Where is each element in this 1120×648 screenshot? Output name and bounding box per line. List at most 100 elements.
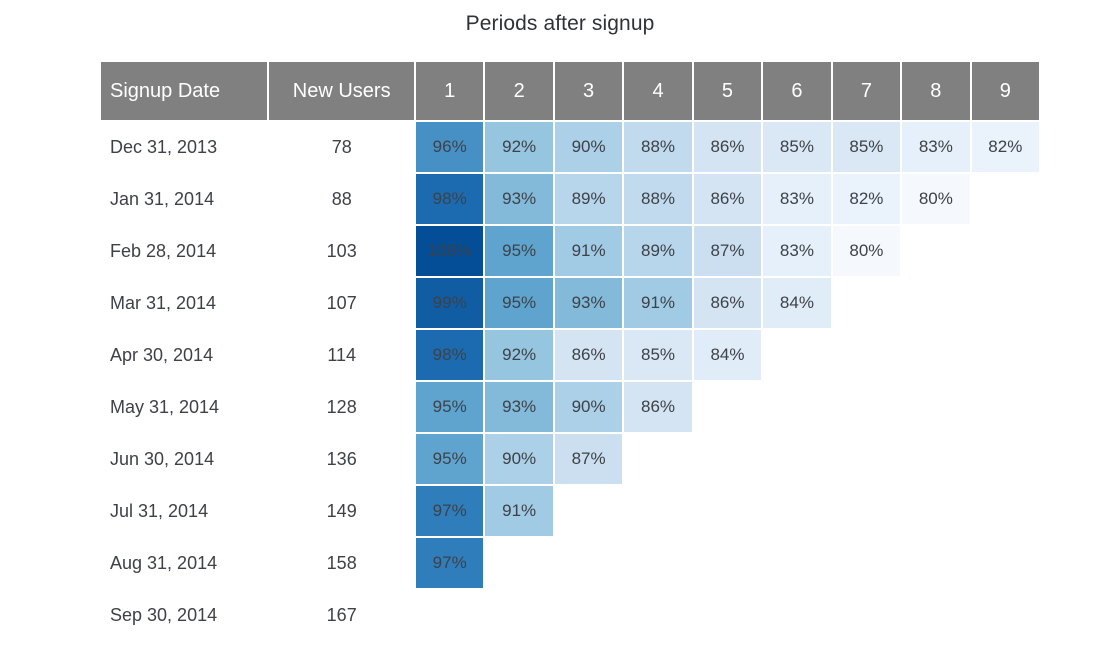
heatmap-cell: 90% xyxy=(485,434,553,484)
heatmap-cell-empty xyxy=(763,330,830,380)
heatmap-cell: 90% xyxy=(554,122,623,172)
heatmap-cell-empty xyxy=(833,382,900,432)
heatmap-cell: 83% xyxy=(902,122,970,172)
heatmap-cell-empty xyxy=(833,278,900,328)
column-header-period-5: 5 xyxy=(693,62,762,120)
heatmap-cell-empty xyxy=(624,590,691,640)
heatmap-cell-empty xyxy=(833,590,900,640)
cell-new-users: 114 xyxy=(327,344,357,365)
heatmap-cell: 90% xyxy=(554,382,623,432)
cell-signup-date: Aug 31, 2014 xyxy=(110,552,218,573)
heatmap-cell: 92% xyxy=(485,122,553,172)
heatmap-cell: 99% xyxy=(415,278,484,328)
heatmap-cell-empty xyxy=(972,434,1039,484)
heatmap-cell-empty xyxy=(972,382,1039,432)
heatmap-cell: 93% xyxy=(485,382,553,432)
heatmap-cell-empty xyxy=(833,538,900,588)
heatmap-cell: 98% xyxy=(415,330,484,380)
heatmap-cell-empty xyxy=(485,590,552,640)
cell-new-users: 136 xyxy=(326,448,357,469)
heatmap-cell: 93% xyxy=(554,278,623,328)
column-header-period-8: 8 xyxy=(902,62,970,120)
heatmap-cell-empty xyxy=(833,330,900,380)
heatmap-cell: 85% xyxy=(763,122,831,172)
column-header-period-9: 9 xyxy=(971,62,1040,120)
heatmap-cell-empty xyxy=(624,538,691,588)
cell-new-users: 88 xyxy=(331,188,352,209)
heatmap-cell-empty xyxy=(902,278,969,328)
heatmap-cell: 83% xyxy=(763,174,831,224)
heatmap-cell-empty xyxy=(555,486,622,536)
cell-new-users: 158 xyxy=(326,552,357,573)
cell-signup-date: Mar 31, 2014 xyxy=(110,292,217,313)
heatmap-cell: 100% xyxy=(415,226,484,276)
table-body: Dec 31, 2013 78 96% 92% 90% 88% 86% 85% 85% 83% 82… xyxy=(101,122,1040,640)
table-row: Jan 31, 2014 88 98% 93% 89% 88% 86% 83% 82% 80% xyxy=(101,174,1039,224)
column-header-period-7: 7 xyxy=(832,62,901,120)
cell-new-users: 107 xyxy=(326,292,357,313)
column-header-period-2: 2 xyxy=(485,62,553,120)
heatmap-cell: 88% xyxy=(624,174,692,224)
heatmap-cell: 80% xyxy=(832,226,901,276)
heatmap-cell: 87% xyxy=(693,226,762,276)
heatmap-cell: 91% xyxy=(624,278,692,328)
heatmap-cell: 86% xyxy=(693,174,762,224)
cell-signup-date: Jul 31, 2014 xyxy=(110,500,209,521)
heatmap-cell: 82% xyxy=(971,122,1040,172)
cell-signup-date: Feb 28, 2014 xyxy=(110,240,217,261)
cell-signup-date: Apr 30, 2014 xyxy=(110,344,214,365)
heatmap-cell-empty xyxy=(416,590,483,640)
heatmap-cell: 95% xyxy=(415,434,484,484)
heatmap-cell-empty xyxy=(972,486,1039,536)
heatmap-cell-empty xyxy=(833,434,900,484)
heatmap-cell: 93% xyxy=(485,174,553,224)
heatmap-cell-empty xyxy=(624,486,691,536)
heatmap-cell: 84% xyxy=(693,330,762,380)
cell-signup-date: Jun 30, 2014 xyxy=(110,448,215,469)
heatmap-cell-empty xyxy=(902,538,969,588)
heatmap-cell-empty xyxy=(763,590,830,640)
heatmap-cell: 85% xyxy=(624,330,692,380)
heatmap-cell: 88% xyxy=(624,122,692,172)
column-header-new-users: New Users xyxy=(269,62,414,120)
heatmap-cell-empty xyxy=(902,434,969,484)
heatmap-cell: 95% xyxy=(485,278,553,328)
table-header-row: Signup Date New Users 123456789 xyxy=(101,62,1040,120)
heatmap-cell: 89% xyxy=(554,174,623,224)
heatmap-cell-empty xyxy=(972,538,1039,588)
heatmap-cell: 95% xyxy=(485,226,553,276)
column-header-period-4: 4 xyxy=(624,62,692,120)
cell-new-users: 167 xyxy=(326,604,357,625)
heatmap-cell-empty xyxy=(902,486,969,536)
heatmap-cell-empty xyxy=(763,486,830,536)
table-row: Apr 30, 2014 114 98% 92% 86% 85% 84% xyxy=(101,330,1039,380)
table-row: Sep 30, 2014 167 xyxy=(101,590,1039,640)
heatmap-cell: 84% xyxy=(763,278,831,328)
column-header-period-3: 3 xyxy=(554,62,623,120)
column-header-period-1: 1 xyxy=(415,62,484,120)
heatmap-cell: 86% xyxy=(693,122,762,172)
heatmap-cell-empty xyxy=(694,382,761,432)
cell-signup-date: Dec 31, 2013 xyxy=(110,136,218,157)
heatmap-cell: 86% xyxy=(554,330,623,380)
heatmap-cell-empty xyxy=(763,434,830,484)
heatmap-cell-empty xyxy=(902,382,969,432)
cell-signup-date: May 31, 2014 xyxy=(110,396,220,417)
heatmap-cell: 82% xyxy=(832,174,901,224)
heatmap-cell-empty xyxy=(972,278,1039,328)
heatmap-cell-empty xyxy=(694,434,761,484)
column-header-signup-date: Signup Date xyxy=(101,62,268,120)
cell-new-users: 149 xyxy=(326,500,357,521)
heatmap-cell: 95% xyxy=(415,382,484,432)
cohort-retention-table: Signup Date New Users 123456789 Dec 31, … xyxy=(101,62,1040,640)
heatmap-cell: 89% xyxy=(624,226,692,276)
heatmap-cell-empty xyxy=(902,226,969,276)
heatmap-cell-empty xyxy=(555,538,622,588)
cell-new-users: 128 xyxy=(326,396,357,417)
heatmap-cell: 92% xyxy=(485,330,553,380)
table-row: May 31, 2014 128 95% 93% 90% 86% xyxy=(101,382,1039,432)
heatmap-cell: 80% xyxy=(902,174,970,224)
heatmap-cell: 91% xyxy=(554,226,623,276)
heatmap-cell-empty xyxy=(763,382,830,432)
heatmap-cell-empty xyxy=(694,486,761,536)
